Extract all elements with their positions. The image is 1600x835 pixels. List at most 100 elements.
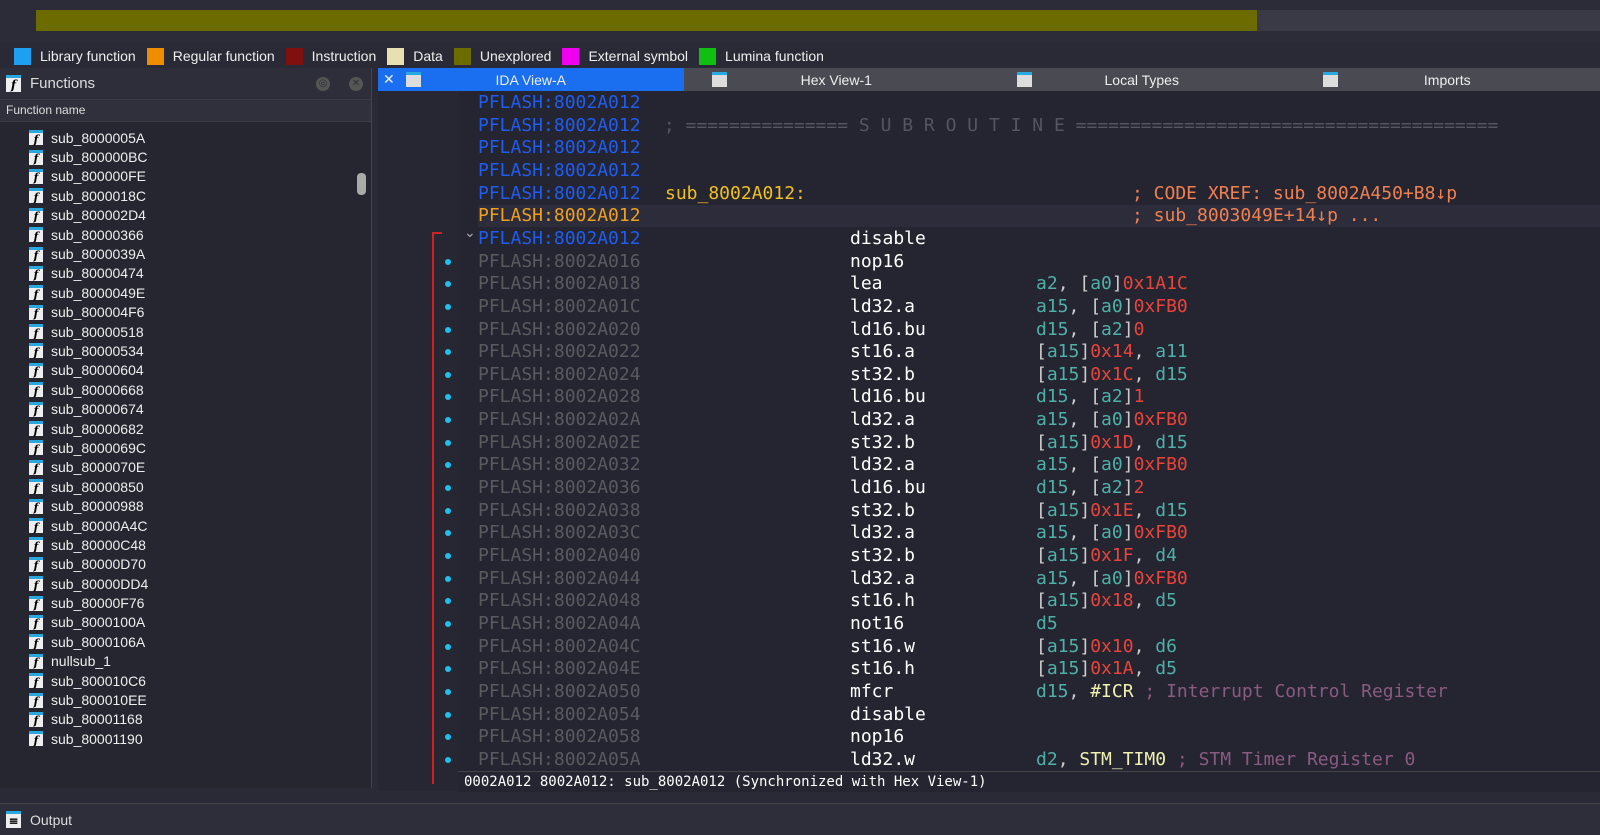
code-line[interactable]: PFLASH:8002A022 st16.a [a15]0x14, a11 (478, 341, 1600, 363)
code-line[interactable]: PFLASH:8002A012 (478, 160, 1600, 182)
code-line[interactable]: PFLASH:8002A032 ld32.a a15, [a0]0xFB0 (478, 454, 1600, 476)
function-list-item[interactable]: f sub_80000366 (0, 225, 352, 244)
function-list-item[interactable]: f sub_8000069C (0, 438, 352, 457)
breakpoint-dot[interactable] (445, 711, 451, 718)
function-list-item[interactable]: f sub_80000534 (0, 341, 352, 360)
mnemonic: st32.b (850, 499, 916, 521)
breakpoint-dot[interactable] (445, 303, 451, 310)
code-line[interactable]: PFLASH:8002A04E st16.h [a15]0x1A, d5 (478, 658, 1600, 680)
code-line[interactable]: PFLASH:8002A05A ld32.w d2, STM_TIM0 ; STM … (478, 749, 1600, 771)
code-line[interactable]: PFLASH:8002A04A not16 d5 (478, 613, 1600, 635)
function-list-item[interactable]: f sub_80000604 (0, 361, 352, 380)
function-list-item[interactable]: f sub_80000668 (0, 380, 352, 399)
output-panel-header[interactable]: ≡ Output (0, 803, 1600, 835)
code-line[interactable]: PFLASH:8002A028 ld16.bu d15, [a2]1 (478, 386, 1600, 408)
immediate: 0x14 (1090, 341, 1134, 363)
comment: ; Interrupt Control Register (1133, 680, 1448, 702)
code-line[interactable]: PFLASH:8002A044 ld32.a a15, [a0]0xFB0 (478, 568, 1600, 590)
code-line[interactable]: PFLASH:8002A01C ld32.a a15, [a0]0xFB0 (478, 296, 1600, 318)
address: PFLASH:8002A01C (478, 295, 641, 317)
breakpoint-dot[interactable] (445, 326, 451, 333)
breakpoint-dot[interactable] (445, 553, 451, 559)
function-list-item[interactable]: f sub_8000039A (0, 244, 352, 263)
vertical-scrollbar[interactable] (357, 173, 366, 195)
function-list-item[interactable]: f sub_8000070E (0, 458, 352, 477)
code-line[interactable]: PFLASH:8002A012 ; =============== S U B … (478, 115, 1600, 137)
code-line[interactable]: PFLASH:8002A012 (478, 137, 1600, 159)
code-line[interactable]: PFLASH:8002A012 sub_8002A012: ; CODE XREF:… (478, 183, 1600, 205)
function-list-item[interactable]: f sub_80000474 (0, 264, 352, 283)
function-list-item[interactable]: f sub_80001190 (0, 729, 352, 748)
code-line[interactable]: PFLASH:8002A018 lea a2, [a0]0x1A1C (478, 273, 1600, 295)
breakpoint-dot[interactable] (445, 643, 451, 650)
register: a15 (1036, 567, 1069, 589)
function-icon: f (29, 265, 43, 281)
code-line[interactable]: PFLASH:8002A012 (478, 92, 1600, 114)
code-line[interactable]: PFLASH:8002A04C st16.w [a15]0x10, d6 (478, 636, 1600, 658)
breakpoint-dot[interactable] (445, 439, 451, 446)
code-line[interactable]: PFLASH:8002A058 nop16 (478, 726, 1600, 748)
code-line[interactable]: PFLASH:8002A048 st16.h [a15]0x18, d5 (478, 590, 1600, 612)
function-list-item[interactable]: f sub_80000F76 (0, 593, 352, 612)
function-list-item[interactable]: f sub_80000850 (0, 477, 352, 496)
breakpoint-dot[interactable] (445, 371, 451, 378)
code-line[interactable]: PFLASH:8002A036 ld16.bu d15, [a2]2 (478, 477, 1600, 499)
function-list-item[interactable]: f sub_8000106A (0, 632, 352, 651)
disassembly-view[interactable]: PFLASH:8002A012 PFLASH:8002A012 ; =======… (378, 91, 1600, 791)
immediate: 0x18 (1090, 590, 1134, 612)
breakpoint-dot[interactable] (445, 507, 451, 514)
function-list-item[interactable]: f sub_8000018C (0, 186, 352, 205)
code-line[interactable]: PFLASH:8002A038 st32.b [a15]0x1E, d15 (478, 500, 1600, 522)
tab-ida-view-a[interactable]: ✕ IDA View-A (378, 68, 684, 91)
tab-imports[interactable]: Imports (1295, 68, 1600, 91)
function-list-item[interactable]: f sub_80000518 (0, 322, 352, 341)
tab-local-types[interactable]: Local Types (989, 68, 1295, 91)
function-list-item[interactable]: f sub_800000BC (0, 147, 352, 166)
function-list-item[interactable]: f sub_800002D4 (0, 206, 352, 225)
function-list-item[interactable]: f sub_800000FE (0, 167, 352, 186)
code-line[interactable]: PFLASH:8002A02E st32.b [a15]0x1D, d15 (478, 432, 1600, 454)
breakpoint-dot[interactable] (445, 688, 451, 695)
mnemonic: ld32.a (850, 454, 916, 476)
operands: a15, [a0]0xFB0 (1036, 454, 1188, 475)
code-line[interactable]: PFLASH:8002A03C ld32.a a15, [a0]0xFB0 (478, 522, 1600, 544)
code-line[interactable]: PFLASH:8002A020 ld16.bu d15, [a2]0 (478, 319, 1600, 341)
collapse-chevron-icon[interactable]: ⌄ (464, 224, 476, 241)
column-header-function-name[interactable]: Function name (0, 100, 371, 122)
code-line[interactable]: PFLASH:8002A012 ; sub_8003049E+14↓p ... (478, 205, 1600, 228)
function-list-item[interactable]: f sub_80000DD4 (0, 574, 352, 593)
breakpoint-dot[interactable] (445, 756, 451, 763)
function-list-item[interactable]: f sub_80000A4C (0, 516, 352, 535)
function-list-item[interactable]: f sub_80000988 (0, 496, 352, 515)
function-list-item[interactable]: f sub_8000100A (0, 613, 352, 632)
breakpoint-dot[interactable] (445, 575, 451, 582)
function-list-item[interactable]: f sub_80000682 (0, 419, 352, 438)
register: a15 (1036, 409, 1069, 431)
function-list-item[interactable]: f sub_80000674 (0, 399, 352, 418)
code-line[interactable]: PFLASH:8002A02A ld32.a a15, [a0]0xFB0 (478, 409, 1600, 431)
function-list-item[interactable]: f nullsub_1 (0, 652, 352, 671)
tab-hex-view-1[interactable]: Hex View-1 (684, 68, 990, 91)
code-line[interactable]: PFLASH:8002A040 st32.b [a15]0x1F, d4 (478, 545, 1600, 567)
breakpoint-dot[interactable] (445, 485, 451, 492)
function-list-item[interactable]: f sub_80000C48 (0, 535, 352, 554)
function-list-item[interactable]: f sub_8000049E (0, 283, 352, 302)
function-list-item[interactable]: f sub_800010EE (0, 690, 352, 709)
function-name: sub_80000534 (51, 342, 144, 359)
code-line[interactable]: PFLASH:8002A050 mfcr d15, #ICR ; Interrupt… (478, 681, 1600, 703)
float-icon[interactable]: ◎ (316, 77, 330, 91)
close-tab-icon[interactable]: ✕ (383, 71, 395, 88)
function-list-item[interactable]: f sub_8000005A (0, 128, 352, 147)
code-line[interactable]: PFLASH:8002A012 disable (478, 228, 1600, 250)
function-list-item[interactable]: f sub_800004F6 (0, 303, 352, 322)
function-list-item[interactable]: f sub_80001168 (0, 710, 352, 729)
function-list-item[interactable]: f sub_800010C6 (0, 671, 352, 690)
code-line[interactable]: PFLASH:8002A016 nop16 (478, 251, 1600, 273)
close-icon[interactable]: ✕ (349, 77, 363, 91)
code-line[interactable]: PFLASH:8002A054 disable (478, 704, 1600, 726)
breakpoint-dot[interactable] (445, 620, 451, 627)
breakpoint-dot[interactable] (445, 258, 451, 265)
code-line[interactable]: PFLASH:8002A024 st32.b [a15]0x1C, d15 (478, 364, 1600, 386)
navigator-bar[interactable] (36, 10, 1600, 31)
function-list-item[interactable]: f sub_80000D70 (0, 555, 352, 574)
